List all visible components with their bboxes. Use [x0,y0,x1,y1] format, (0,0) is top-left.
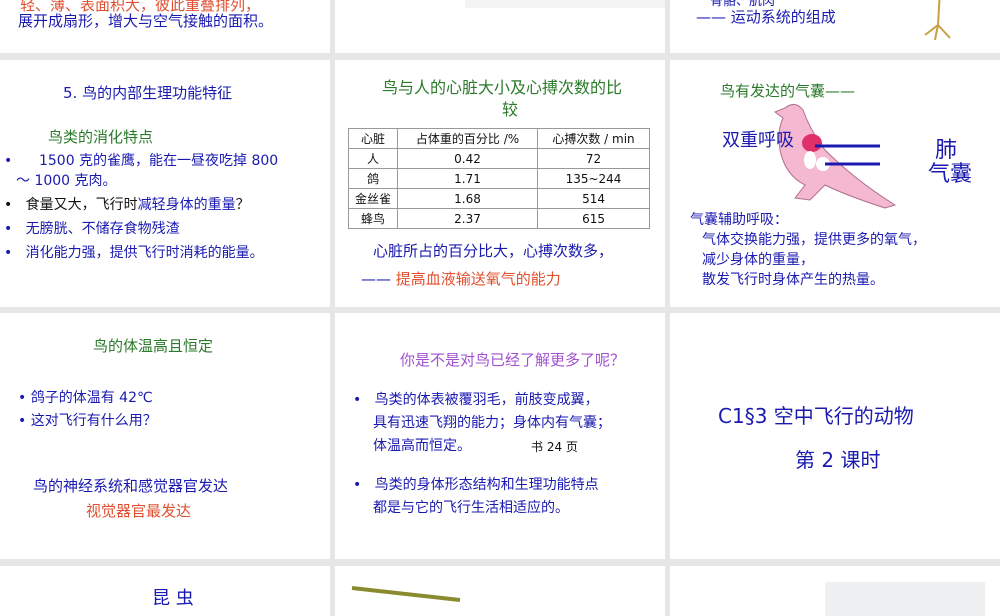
bullet: 具有迅速飞翔的能力；身体内有气囊； [373,415,611,431]
bullet: 体温高而恒定。 [373,438,471,454]
bullet: 无膀胱、不储存食物残渣 [25,221,180,237]
bullet: ～ 1000 克肉。 [16,173,117,189]
slide-title: 鸟有发达的气囊—— [720,82,856,100]
slide-text: 减少身体的重量， [702,252,814,268]
heart-comparison-table: 心脏 占体重的百分比 /% 心搏次数 / min 人 0.42 72 鸽 1.71 135~… [347,128,651,229]
insect-image [351,586,461,602]
dash: —— [361,270,391,288]
table-row: 金丝雀 1.68 514 [347,188,651,209]
slide-title: 5. 鸟的内部生理功能特征 [63,84,233,102]
slide-thumbnail[interactable] [335,566,665,616]
table-header: 占体重的百分比 /% [397,128,539,149]
bullet: 鸟类的身体形态结构和生理功能特点 [374,477,599,493]
bullet: 消化能力强，提供飞行时消耗的能量。 [25,245,264,261]
slide-title: 较 [502,100,519,119]
slide-note: 心脏所占的百分比大，心搏次数多， [373,242,614,260]
slide-thumbnail[interactable]: 昆 虫 [0,566,330,616]
slide-text: 散发飞行时身体产生的热量。 [702,272,884,288]
bullet: 1500 克的雀鹰，能在一昼夜吃掉 800 [38,153,279,169]
bird-skeleton-image [924,0,951,41]
slide-note: 提高血液输送氧气的能力 [395,270,561,288]
page-reference: 书 24 页 [531,440,578,454]
slide-subtitle: 气囊辅助呼吸： [690,212,788,228]
bullet-highlight: 减轻身体的重量 [137,197,236,213]
slide-title: 鸟的体温高且恒定 [93,337,214,355]
slide-title: C1§3 空中飞行的动物 [718,404,914,428]
slide-text: 视觉器官最发达 [86,502,192,520]
slide-text: 展开成扇形，增大与空气接触的面积。 [18,12,274,30]
bullet: 鸽子的体温有 42℃ [30,390,153,406]
slide-title: 鸟与人的心脏大小及心搏次数的比 [382,78,623,97]
slide-thumbnail[interactable]: 骨骼、肌肉 —— 运动系统的组成 [670,0,1000,53]
table-row: 蜂鸟 2.37 615 [347,208,651,229]
slide-thumbnail[interactable]: 轻、薄、表面积大，彼此重叠排列， 展开成扇形，增大与空气接触的面积。 [0,0,330,53]
slide-thumbnail[interactable] [670,566,1000,616]
table-header: 心搏次数 / min [537,128,651,149]
table-header: 心脏 [347,128,399,149]
slide-thumbnail[interactable]: C1§3 空中飞行的动物 第 2 课时 [670,313,1000,559]
bullet: 都是与它的飞行生活相适应的。 [373,500,569,516]
slide-thumbnail[interactable]: 鸟有发达的气囊—— 双重呼吸 肺 气囊 气囊辅助呼吸： 气体交换能力强，提供更多… [670,60,1000,307]
diagram-label: 双重呼吸 [722,130,794,151]
table-row: 鸽 1.71 135~244 [347,168,651,189]
table-row: 人 0.42 72 [347,148,651,169]
bullet: 这对飞行有什么用？ [30,413,157,429]
slide-thumbnail[interactable]: 鸟的体温高且恒定 • 鸽子的体温有 42℃ • 这对飞行有什么用？ 鸟的神经系统… [0,313,330,559]
slide-subtitle: 鸟类的消化特点 [48,128,154,146]
slide-text: 鸟的神经系统和感觉器官发达 [33,477,229,495]
wing-image [825,582,985,616]
bullet: 食量又大，飞行时 [25,197,138,213]
slide-thumbnail[interactable]: 你是不是对鸟已经了解更多了呢？ • 鸟类的体表被覆羽毛，前肢变成翼， 具有迅速飞… [335,313,665,559]
diagram-label: 气囊 [928,162,973,187]
slide-thumbnail[interactable] [335,0,665,53]
bullet: 鸟类的体表被覆羽毛，前肢变成翼， [374,392,599,408]
slide-title: 你是不是对鸟已经了解更多了呢？ [400,351,626,369]
slide-text: 气体交换能力强，提供更多的氧气， [702,232,926,248]
bullet: ？ [235,197,250,213]
slide-subtitle: 第 2 课时 [795,448,881,472]
slide-thumbnail[interactable]: 5. 鸟的内部生理功能特征 鸟类的消化特点 • 1500 克的雀鹰，能在一昼夜吃… [0,60,330,307]
slide-text: —— 运动系统的组成 [696,8,836,26]
slide-title: 昆 虫 [152,588,194,609]
bird-air-sac-diagram [773,104,897,209]
slide-image [465,0,665,8]
